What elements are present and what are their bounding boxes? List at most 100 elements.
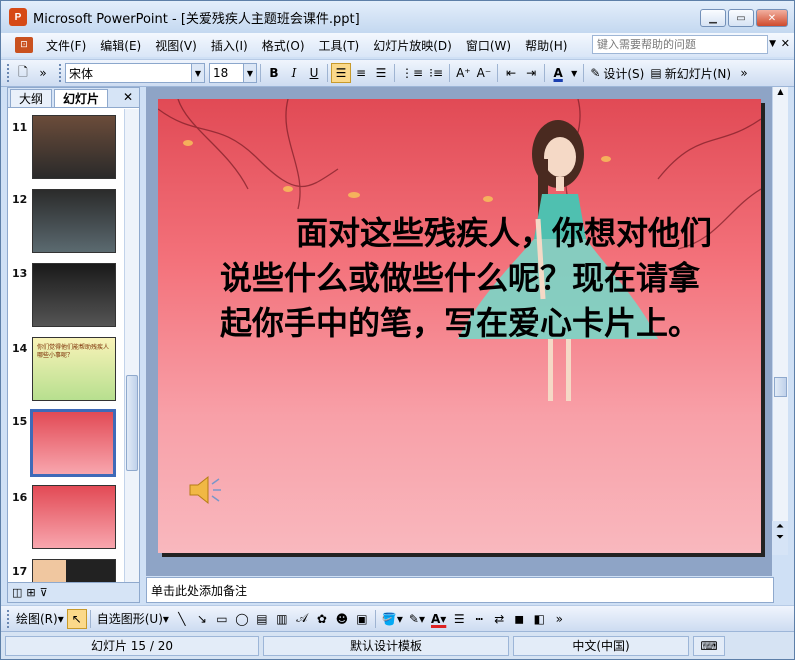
wordart-icon[interactable]: 𝒜 xyxy=(292,609,312,629)
view-buttons: ◫ ⊞ ⊽ xyxy=(8,582,139,602)
align-center-button[interactable]: ≡ xyxy=(351,63,371,83)
decrease-indent-icon[interactable]: ⇤ xyxy=(501,63,521,83)
diagram-icon[interactable]: ✿ xyxy=(312,609,332,629)
new-document-icon[interactable]: 🗋 xyxy=(13,63,33,83)
language-status: 中文(中国) xyxy=(513,635,689,656)
close-button[interactable]: ✕ xyxy=(756,9,788,27)
chevron-down-icon[interactable]: ▼ xyxy=(191,64,204,82)
chevron-down-icon[interactable]: ▼ xyxy=(243,64,256,82)
line-icon[interactable]: ╲ xyxy=(172,609,192,629)
current-slide[interactable]: 面对这些残疾人，你想对他们说些什么或做些什么呢？现在请拿起你手中的笔，写在爱心卡… xyxy=(158,99,761,553)
menu-tools[interactable]: 工具(T) xyxy=(312,37,367,54)
bold-button[interactable]: B xyxy=(264,63,284,83)
help-search-input[interactable]: 键入需要帮助的问题 xyxy=(592,35,768,54)
draw-menu-button[interactable]: 绘图(R) ▾ xyxy=(13,609,67,629)
toolbar-options-icon[interactable]: » xyxy=(734,63,754,83)
slide-thumbnail-selected[interactable] xyxy=(30,409,116,477)
dash-style-icon[interactable]: ┅ xyxy=(469,609,489,629)
document-icon[interactable]: ⊡ xyxy=(15,37,33,53)
maximize-button[interactable]: ▭ xyxy=(728,9,754,27)
tab-outline[interactable]: 大纲 xyxy=(10,89,53,107)
italic-button[interactable]: I xyxy=(284,63,304,83)
slide-body-text[interactable]: 面对这些残疾人，你想对他们说些什么或做些什么呢？现在请拿起你手中的笔，写在爱心卡… xyxy=(220,211,720,346)
separator xyxy=(374,609,376,628)
menu-format[interactable]: 格式(O) xyxy=(255,37,312,54)
numbering-icon[interactable]: ⋮≡ xyxy=(398,63,426,83)
slide-thumbnail[interactable] xyxy=(32,485,116,549)
autoshape-menu-button[interactable]: 自选图形(U) ▾ xyxy=(94,609,172,629)
normal-view-icon[interactable]: ◫ xyxy=(12,586,22,599)
slide-thumbnail[interactable] xyxy=(32,263,116,327)
menu-bar: ⊡ 文件(F) 编辑(E) 视图(V) 插入(I) 格式(O) 工具(T) 幻灯… xyxy=(1,33,794,57)
increase-font-icon[interactable]: A⁺ xyxy=(453,63,474,83)
slide-thumbnail[interactable] xyxy=(32,189,116,253)
toolbar-options-icon[interactable]: » xyxy=(549,609,569,629)
chevron-down-icon[interactable]: ▼ xyxy=(568,63,580,83)
menu-insert[interactable]: 插入(I) xyxy=(204,37,255,54)
decrease-font-icon[interactable]: A⁻ xyxy=(474,63,495,83)
chevron-down-icon[interactable]: ▼ xyxy=(769,39,776,49)
next-slide-icon[interactable]: ⏷ xyxy=(776,532,784,543)
align-left-button[interactable]: ☰ xyxy=(331,63,351,83)
thumbnails-scrollbar[interactable] xyxy=(124,109,139,583)
menu-file[interactable]: 文件(F) xyxy=(39,37,93,54)
tab-slides[interactable]: 幻灯片 xyxy=(54,89,109,107)
slide-thumbnail[interactable] xyxy=(32,115,116,179)
menu-window[interactable]: 窗口(W) xyxy=(459,37,518,54)
3d-style-icon[interactable]: ◧ xyxy=(529,609,549,629)
toolbar-options-icon[interactable]: » xyxy=(33,63,53,83)
rectangle-icon[interactable]: ▭ xyxy=(212,609,232,629)
slideshow-icon[interactable]: ⊽ xyxy=(40,586,48,599)
menu-help[interactable]: 帮助(H) xyxy=(518,37,574,54)
menu-view[interactable]: 视图(V) xyxy=(148,37,204,54)
scrollbar-thumb[interactable] xyxy=(126,375,138,471)
menu-edit[interactable]: 编辑(E) xyxy=(93,37,148,54)
picture-icon[interactable]: ▣ xyxy=(352,609,372,629)
fill-color-icon[interactable]: 🪣▾ xyxy=(379,609,406,629)
new-slide-button[interactable]: ▤ 新幻灯片(N) xyxy=(647,63,734,83)
design-button[interactable]: ✎ 设计(S) xyxy=(587,63,647,83)
slide-thumbnails: 11 12 13 14 你们觉得他们能帮助残疾人哪些小事呢？ 15 16 17 xyxy=(8,109,124,583)
slide-thumbnail[interactable] xyxy=(32,559,116,583)
line-style-icon[interactable]: ☰ xyxy=(449,609,469,629)
thumbnail-number: 11 xyxy=(12,121,28,134)
previous-slide-icon[interactable]: ⏶ xyxy=(776,521,784,532)
arrow-style-icon[interactable]: ⇄ xyxy=(489,609,509,629)
scrollbar-thumb[interactable] xyxy=(774,377,787,397)
toolbar-grip[interactable] xyxy=(7,64,10,82)
font-color-icon[interactable]: A▾ xyxy=(428,609,449,629)
oval-icon[interactable]: ◯ xyxy=(232,609,252,629)
window-controls: ▁ ▭ ✕ xyxy=(700,9,788,27)
toolbar-grip[interactable] xyxy=(7,609,10,628)
powerpoint-icon[interactable]: P xyxy=(9,8,27,26)
close-icon[interactable]: ✕ xyxy=(123,90,133,104)
select-pointer-icon[interactable]: ↖ xyxy=(66,608,87,629)
font-color-icon[interactable]: A xyxy=(548,63,568,83)
toolbar-grip[interactable] xyxy=(59,64,62,82)
arrow-icon[interactable]: ↘ xyxy=(192,609,212,629)
textbox-icon[interactable]: ▤ xyxy=(252,609,272,629)
slide-sorter-icon[interactable]: ⊞ xyxy=(26,586,35,599)
notes-pane[interactable]: 单击此处添加备注 xyxy=(146,577,774,603)
vertical-textbox-icon[interactable]: ▥ xyxy=(272,609,292,629)
design-template-status[interactable]: 默认设计模板 xyxy=(263,635,509,656)
thumbnail-number: 12 xyxy=(12,193,28,206)
shadow-style-icon[interactable]: ◼ xyxy=(509,609,529,629)
close-icon[interactable]: ✕ xyxy=(781,37,790,50)
minimize-button[interactable]: ▁ xyxy=(700,9,726,27)
underline-button[interactable]: U xyxy=(304,63,324,83)
align-right-button[interactable]: ☰ xyxy=(371,63,391,83)
menu-slideshow[interactable]: 幻灯片放映(D) xyxy=(366,37,459,54)
line-color-icon[interactable]: ✎▾ xyxy=(406,609,428,629)
slide-scrollbar[interactable]: ▲ xyxy=(772,87,788,552)
increase-indent-icon[interactable]: ⇥ xyxy=(521,63,541,83)
bullets-icon[interactable]: ⁝≡ xyxy=(426,63,446,83)
clipart-icon[interactable]: ☻ xyxy=(332,609,352,629)
font-size-select[interactable]: 18 ▼ xyxy=(209,63,257,83)
speaker-icon[interactable] xyxy=(188,475,222,505)
spelling-status-icon[interactable]: ⌨ xyxy=(693,635,725,656)
draw-label: 绘图(R) xyxy=(16,612,58,626)
scroll-up-icon[interactable]: ▲ xyxy=(773,87,788,101)
slide-thumbnail[interactable]: 你们觉得他们能帮助残疾人哪些小事呢？ xyxy=(32,337,116,401)
font-name-select[interactable]: 宋体 ▼ xyxy=(65,63,205,83)
